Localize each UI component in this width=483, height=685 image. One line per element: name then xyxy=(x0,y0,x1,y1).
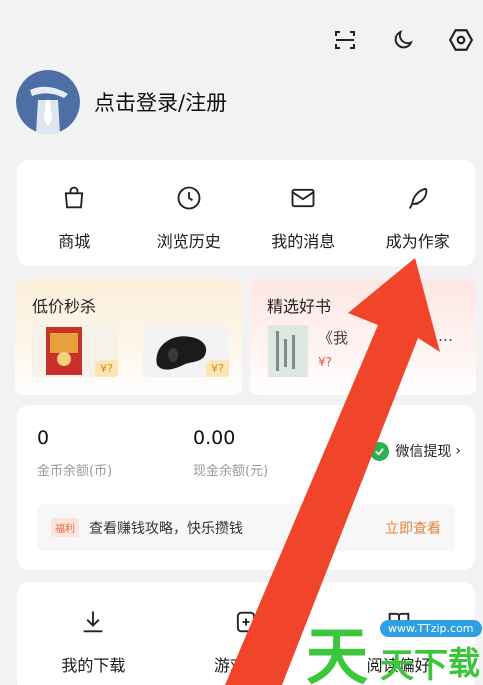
nav-item-label: 浏览历史 xyxy=(156,232,221,251)
featured-books-card[interactable]: 精选好书 《我 … ¥? xyxy=(250,279,476,395)
nav-item-downloads[interactable]: 我的下载 xyxy=(17,582,170,685)
watermark-char: 天 xyxy=(380,646,414,685)
cash-balance-label: 现金余额(元) xyxy=(193,464,269,479)
wechat-check-icon xyxy=(370,441,390,461)
flash-sale-title: 低价秒杀 xyxy=(32,297,97,316)
avatar[interactable] xyxy=(16,70,80,134)
book-cover[interactable] xyxy=(268,325,308,377)
nav-item-label: 成为作家 xyxy=(385,232,450,251)
nav-item-label: 游戏中心 xyxy=(214,656,279,675)
scan-icon[interactable] xyxy=(331,26,359,54)
chevron-right-icon: › xyxy=(455,443,461,459)
top-toolbar xyxy=(331,26,475,54)
book-title: 《我 xyxy=(318,329,349,347)
book-title-ellipsis: … xyxy=(438,327,453,345)
price-tag: ¥? xyxy=(95,360,118,377)
welfare-badge: 福利 xyxy=(51,518,79,537)
moon-icon[interactable] xyxy=(389,26,417,54)
profile-header[interactable]: 点击登录/注册 xyxy=(16,70,227,134)
nav-item-mall[interactable]: 商城 xyxy=(17,160,132,266)
login-register-link[interactable]: 点击登录/注册 xyxy=(94,87,227,117)
nav-item-label: 我的下载 xyxy=(61,656,126,675)
product-thumbnail[interactable]: ¥? xyxy=(32,325,118,377)
quick-nav-card: 商城 浏览历史 我的消息 成为作家 xyxy=(17,160,475,266)
download-icon xyxy=(77,606,109,638)
nav-item-messages[interactable]: 我的消息 xyxy=(246,160,361,266)
price-tag: ¥? xyxy=(206,360,229,377)
wechat-withdraw-label: 微信提现 xyxy=(395,444,452,460)
welfare-text: 查看赚钱攻略，快乐攒钱 xyxy=(89,520,243,537)
watermark-char: 载 xyxy=(448,644,481,682)
watermark-char: 下 xyxy=(414,646,448,685)
settings-icon[interactable] xyxy=(447,26,475,54)
feather-pen-icon xyxy=(402,182,434,214)
nav-item-label: 商城 xyxy=(58,232,91,251)
wechat-withdraw-button[interactable]: 微信提现 › xyxy=(370,441,461,461)
product-thumbnail[interactable]: ¥? xyxy=(143,325,229,377)
watermark-logo: 天 天 下 载 www.TTzip.com xyxy=(300,598,483,685)
coins-balance-value: 0 xyxy=(37,427,50,449)
cash-balance-value: 0.00 xyxy=(193,427,236,449)
mail-icon xyxy=(287,182,319,214)
wallet-card: 0 金币余额(币) 0.00 现金余额(元) 微信提现 › 福利 查看赚钱攻略，… xyxy=(17,405,475,570)
book-price: ¥? xyxy=(318,355,333,369)
flash-sale-card[interactable]: 低价秒杀 ¥? ¥? xyxy=(15,279,242,395)
gamepad-icon xyxy=(230,606,262,638)
featured-books-title: 精选好书 xyxy=(267,297,332,316)
nav-item-label: 我的消息 xyxy=(271,232,336,251)
watermark-url: www.TTzip.com xyxy=(380,620,482,637)
bag-icon xyxy=(58,182,90,214)
nav-item-become-writer[interactable]: 成为作家 xyxy=(361,160,476,266)
welfare-banner[interactable]: 福利 查看赚钱攻略，快乐攒钱 立即查看 xyxy=(37,504,455,551)
clock-icon xyxy=(173,182,205,214)
watermark-char: 天 xyxy=(306,620,369,685)
coins-balance-label: 金币余额(币) xyxy=(37,464,113,479)
check-now-link[interactable]: 立即查看 xyxy=(385,518,441,538)
nav-item-history[interactable]: 浏览历史 xyxy=(132,160,247,266)
